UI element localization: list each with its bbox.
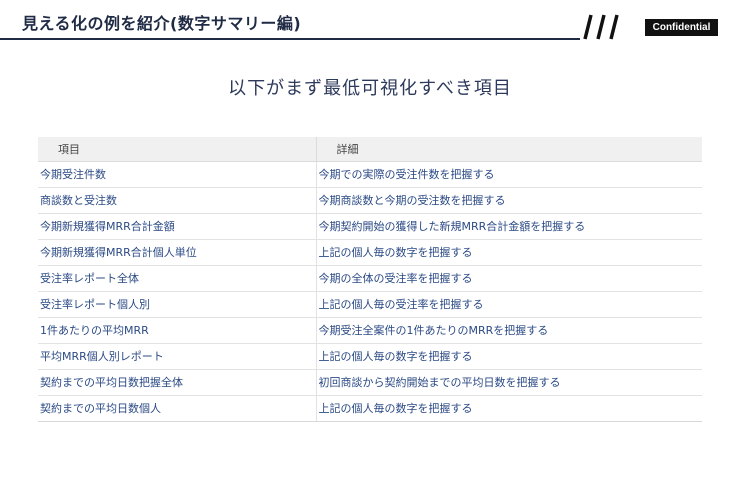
detail-cell: 今期商談数と今期の受注数を把握する [315,187,702,214]
detail-cell: 今期の全体の受注率を把握する [315,265,702,292]
item-cell: 受注率レポート個人別 [38,291,316,318]
item-cell: 契約までの平均日数把握全体 [38,369,316,396]
table-row: 受注率レポート全体 今期の全体の受注率を把握する [38,265,702,292]
item-cell: 受注率レポート全体 [38,265,316,292]
detail-cell: 上記の個人毎の数字を把握する [315,395,702,422]
detail-cell: 上記の個人毎の数字を把握する [315,239,702,266]
items-table: 項目 詳細 今期受注件数 今期での実際の受注件数を把握する 商談数と受注数 今期… [38,137,702,422]
column-header-item: 項目 [38,137,316,162]
table-row: 商談数と受注数 今期商談数と今期の受注数を把握する [38,187,702,214]
table-row: 受注率レポート個人別 上記の個人毎の受注率を把握する [38,291,702,318]
confidential-badge: Confidential [645,19,718,36]
slide-heading: 以下がまず最低可視化すべき項目 [228,78,512,99]
detail-cell: 今期契約開始の獲得した新規MRR合計金額を把握する [315,213,702,240]
table-row: 契約までの平均日数把握全体 初回商談から契約開始までの平均日数を把握する [38,369,702,396]
item-cell: 今期新規獲得MRR合計個人単位 [38,239,316,266]
table-row: 今期受注件数 今期での実際の受注件数を把握する [38,161,702,188]
item-cell: 今期受注件数 [38,161,316,188]
column-header-detail: 詳細 [315,137,702,162]
slide-title: 見える化の例を紹介(数字サマリー編) [22,14,302,33]
table-row: 契約までの平均日数個人 上記の個人毎の数字を把握する [38,395,702,422]
table-row: 今期新規獲得MRR合計個人単位 上記の個人毎の数字を把握する [38,239,702,266]
item-cell: 商談数と受注数 [38,187,316,214]
item-cell: 契約までの平均日数個人 [38,395,316,422]
item-cell: 1件あたりの平均MRR [38,317,316,344]
item-cell: 平均MRR個人別レポート [38,343,316,370]
table-row: 1件あたりの平均MRR 今期受注全案件の1件あたりのMRRを把握する [38,317,702,344]
table-row: 今期新規獲得MRR合計金額 今期契約開始の獲得した新規MRR合計金額を把握する [38,213,702,240]
detail-cell: 上記の個人毎の受注率を把握する [315,291,702,318]
detail-cell: 今期受注全案件の1件あたりのMRRを把握する [315,317,702,344]
detail-cell: 初回商談から契約開始までの平均日数を把握する [315,369,702,396]
header-divider [0,38,580,40]
detail-cell: 上記の個人毎の数字を把握する [315,343,702,370]
detail-cell: 今期での実際の受注件数を把握する [315,161,702,188]
table-header-row: 項目 詳細 [38,137,702,162]
items-table-container: 項目 詳細 今期受注件数 今期での実際の受注件数を把握する 商談数と受注数 今期… [38,137,702,422]
table-row: 平均MRR個人別レポート 上記の個人毎の数字を把握する [38,343,702,370]
item-cell: 今期新規獲得MRR合計金額 [38,213,316,240]
triple-slash-logo [583,14,619,40]
